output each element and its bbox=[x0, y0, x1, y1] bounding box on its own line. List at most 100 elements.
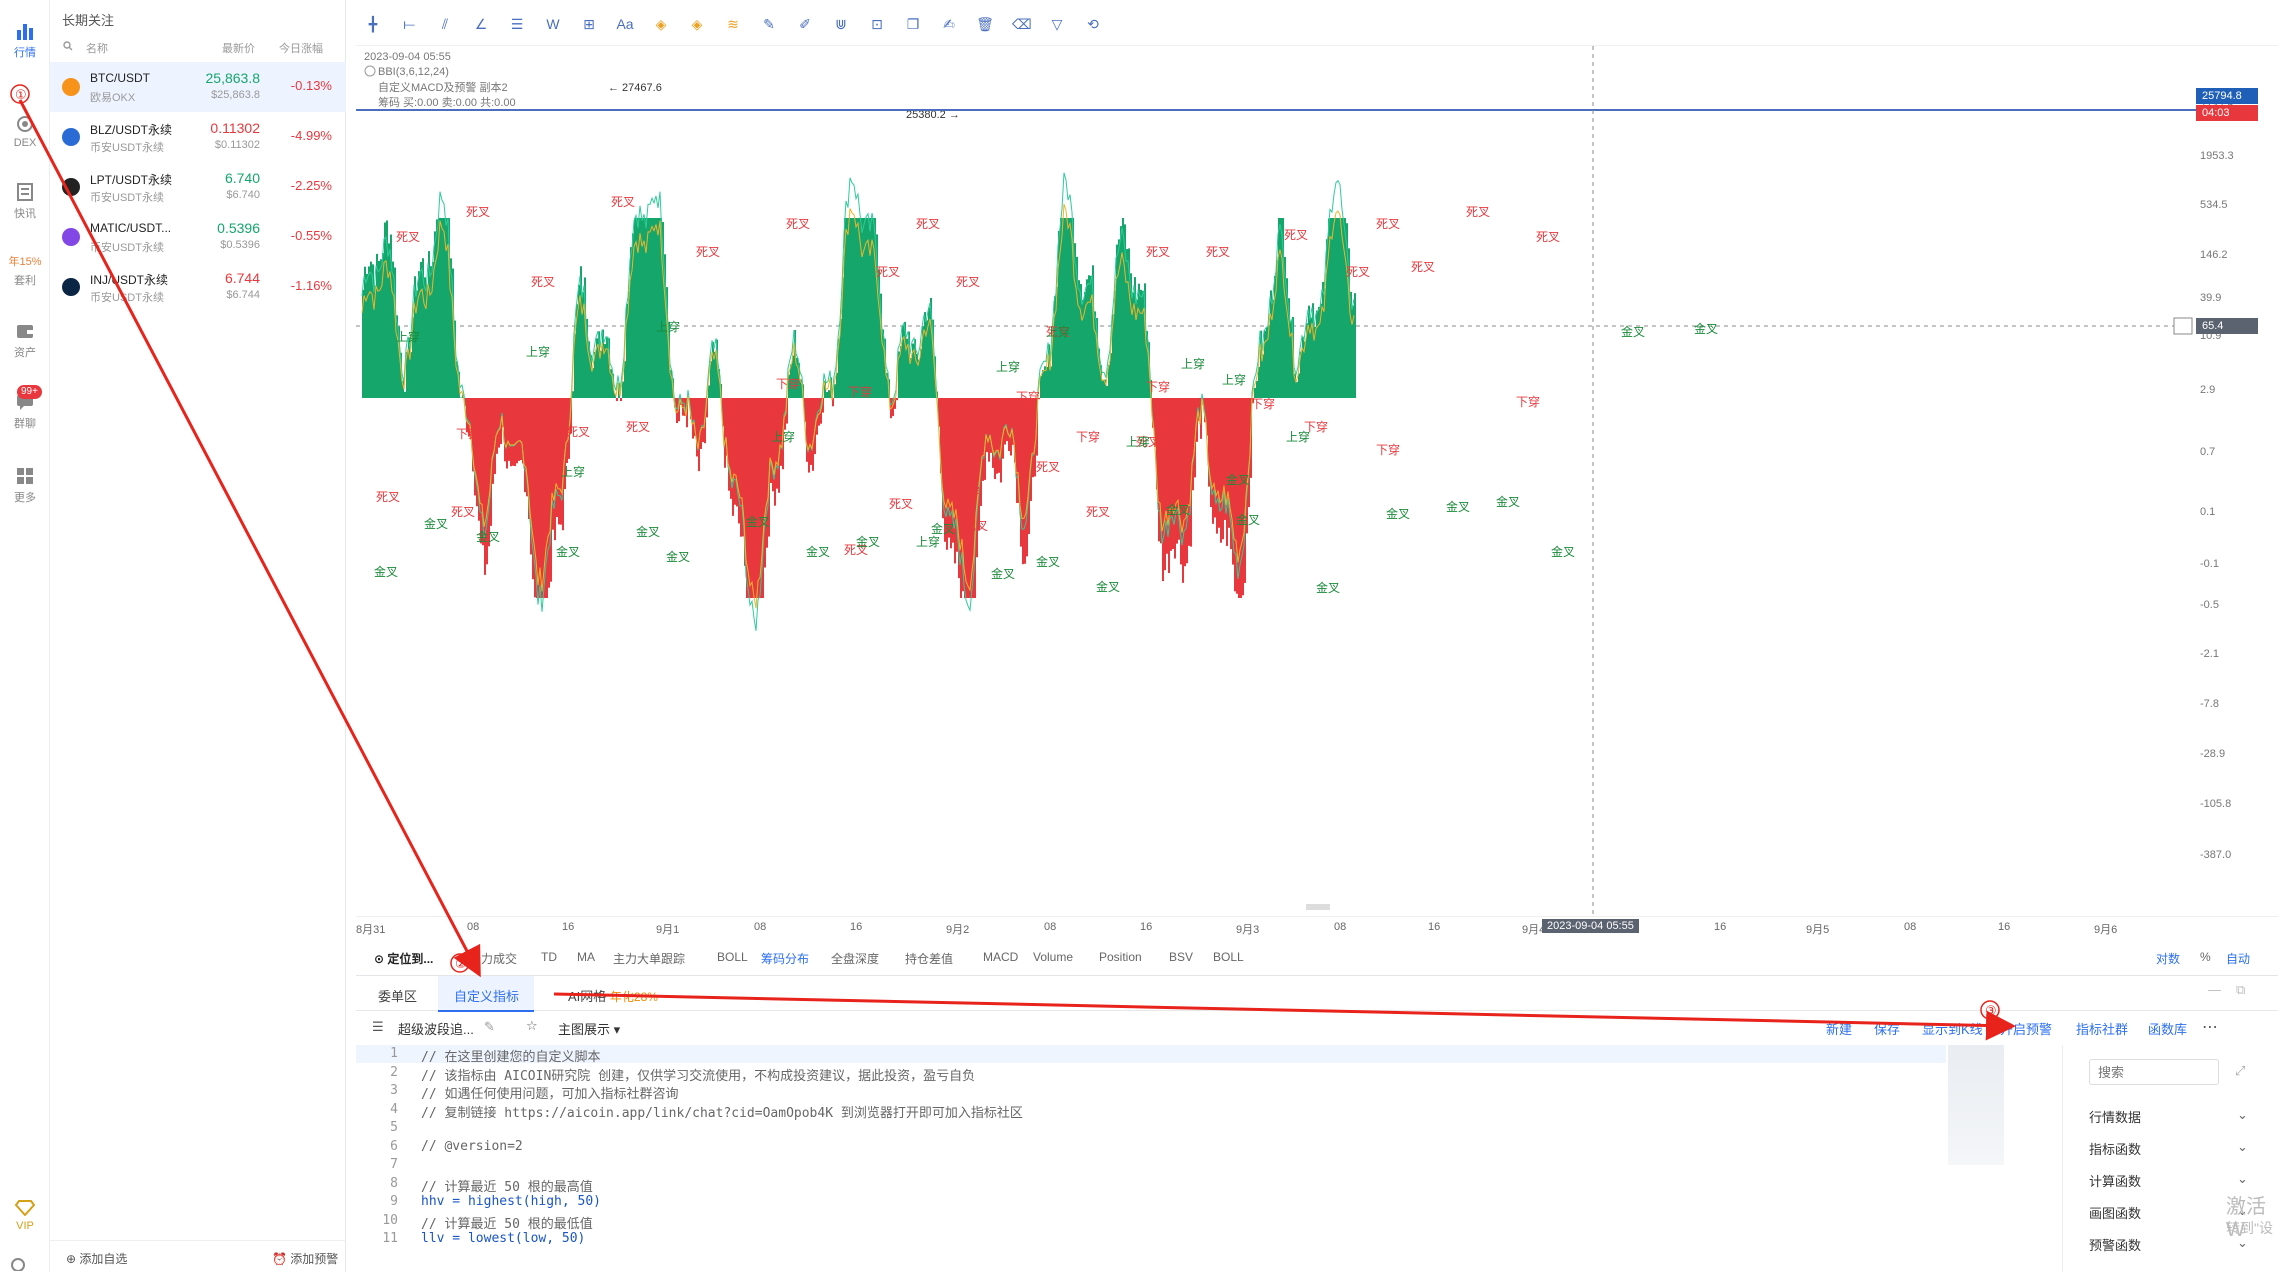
rename-icon[interactable]: ✎ bbox=[484, 1019, 495, 1035]
display-mode-select[interactable]: 主图展示 ▾ bbox=[558, 1019, 620, 1038]
indicator-toggle[interactable]: 持仓差值 bbox=[905, 950, 953, 967]
indicator-community-button[interactable]: 指标社群 bbox=[2076, 1019, 2128, 1038]
pen-tool-icon[interactable]: ✐ bbox=[796, 16, 814, 32]
watchlist-row[interactable]: INJ/USDT永续 币安USDT永续 6.744 $6.744 -1.16% bbox=[50, 262, 346, 312]
indicator-toggle[interactable]: BOLL bbox=[1213, 950, 1244, 964]
histogram-bar bbox=[774, 398, 776, 506]
save-button[interactable]: 保存 bbox=[1874, 1019, 1900, 1038]
menu-icon[interactable]: ☰ bbox=[372, 1019, 384, 1035]
watchlist-row[interactable]: LPT/USDT永续 币安USDT永续 6.740 $6.740 -2.25% bbox=[50, 162, 346, 212]
maximize-icon[interactable]: ⧉ bbox=[2236, 982, 2245, 998]
code-editor[interactable]: 1 // 在这里创建您的自定义脚本 2 // 该指标由 AICOIN研究院 创建，仅供… bbox=[356, 1045, 2056, 1272]
histogram-bar bbox=[1016, 398, 1018, 504]
histogram-bar bbox=[1028, 398, 1030, 535]
tab-orders[interactable]: 委单区 bbox=[378, 986, 417, 1005]
function-library-button[interactable]: 函数库 bbox=[2148, 1019, 2187, 1038]
text-tool-icon[interactable]: Aa bbox=[616, 16, 634, 32]
measure-tool-icon[interactable]: ⊞ bbox=[580, 16, 598, 32]
indicator-toggle[interactable]: 筹码分布 bbox=[761, 950, 809, 967]
function-category[interactable]: 指标函数 ⌄ bbox=[2089, 1137, 2259, 1159]
log-scale-toggle[interactable]: 对数 bbox=[2156, 950, 2180, 967]
delete-tool-icon[interactable]: 🗑 bbox=[976, 16, 994, 32]
col-header-price[interactable]: 最新价 bbox=[222, 40, 255, 56]
percent-scale-toggle[interactable]: % bbox=[2200, 950, 2211, 964]
nav-item-chat[interactable]: 99+ 群聊 bbox=[0, 385, 50, 431]
pattern2-tool-icon[interactable]: ◈ bbox=[688, 16, 706, 32]
indicator-toggle[interactable]: 力成交 bbox=[481, 950, 517, 967]
col-header-change[interactable]: 今日涨幅 bbox=[279, 40, 323, 56]
fib-tool-icon[interactable]: ☰ bbox=[508, 16, 526, 32]
line-tool-icon[interactable]: ⟝ bbox=[400, 16, 418, 32]
pattern-tool-icon[interactable]: ◈ bbox=[652, 16, 670, 32]
indicator-toggle[interactable]: 主力大单跟踪 bbox=[613, 950, 685, 967]
pattern3-tool-icon[interactable]: ≋ bbox=[724, 16, 742, 32]
sync-tool-icon[interactable]: ⟲ bbox=[1084, 16, 1102, 32]
code-line[interactable]: // 如遇任何使用问题，可加入指标社群咨询 bbox=[421, 1083, 678, 1102]
add-watch-button[interactable]: ⊕ 添加自选 bbox=[66, 1250, 127, 1267]
magnet-tool-icon[interactable]: ⋓ bbox=[832, 16, 850, 32]
function-search-input[interactable] bbox=[2089, 1059, 2219, 1085]
histogram-bar bbox=[658, 218, 660, 398]
histogram-bar bbox=[388, 243, 390, 398]
code-line[interactable]: llv = lowest(low, 50) bbox=[421, 1231, 585, 1246]
angle-tool-icon[interactable]: ∠ bbox=[472, 16, 490, 32]
auto-scale-toggle[interactable]: 自动 bbox=[2226, 950, 2250, 967]
watchlist-row[interactable]: MATIC/USDT... 币安USDT永续 0.5396 $0.5396 -0.55% bbox=[50, 212, 346, 262]
indicator-toggle[interactable]: Volume bbox=[1033, 950, 1073, 964]
enable-alert-button[interactable]: 开启预警 bbox=[2000, 1019, 2052, 1038]
add-alert-button[interactable]: ⏰ 添加预警 bbox=[272, 1250, 338, 1267]
channel-tool-icon[interactable]: ⫽ bbox=[436, 16, 454, 32]
code-line[interactable]: // @version=2 bbox=[421, 1139, 523, 1154]
nav-item-assets[interactable]: 资产 bbox=[0, 322, 50, 360]
indicator-toggle[interactable]: MA bbox=[577, 950, 595, 964]
nav-item-arbitrage[interactable]: 年15% 套利 bbox=[0, 253, 50, 288]
watchlist-row[interactable]: BTC/USDT 欧易OKX 25,863.8 $25,863.8 -0.13% bbox=[50, 62, 346, 112]
indicator-toggle[interactable]: BSV bbox=[1169, 950, 1193, 964]
nav-item-news[interactable]: 快讯 bbox=[0, 183, 50, 221]
histogram-bar bbox=[498, 398, 500, 448]
signal-label-golden: 金叉 bbox=[1446, 499, 1470, 514]
minimize-icon[interactable]: — bbox=[2208, 982, 2221, 997]
locate-button[interactable]: ⊙ 定位到... bbox=[374, 950, 433, 967]
expand-icon[interactable]: ⤢ bbox=[2235, 1063, 2245, 1079]
chevron-down-icon: ⌄ bbox=[2237, 1139, 2248, 1154]
wave-tool-icon[interactable]: W bbox=[544, 16, 562, 32]
code-line[interactable]: // 在这里创建您的自定义脚本 bbox=[421, 1046, 600, 1065]
chart-plot[interactable]: 2023-09-04 05:55 BBI(3,6,12,24) 自定义MACD及预警… bbox=[356, 46, 2196, 916]
brush-tool-icon[interactable]: ✎ bbox=[760, 16, 778, 32]
indicator-toggle[interactable]: MACD bbox=[983, 950, 1018, 964]
col-header-name[interactable]: 名称 bbox=[86, 40, 108, 56]
indicator-toggle[interactable]: TD bbox=[541, 950, 557, 964]
code-line[interactable]: hhv = highest(high, 50) bbox=[421, 1194, 601, 1209]
code-line[interactable]: // 计算最近 50 根的最高值 bbox=[421, 1176, 593, 1195]
new-script-button[interactable]: 新建 bbox=[1826, 1019, 1852, 1038]
show-on-kline-button[interactable]: 显示到K线 bbox=[1922, 1019, 1983, 1038]
nav-item-market[interactable]: 行情 bbox=[0, 22, 50, 60]
more-icon[interactable]: ⋯ bbox=[2202, 1017, 2218, 1037]
settings-icon[interactable] bbox=[8, 1257, 28, 1271]
watchlist-row[interactable]: BLZ/USDT永续 币安USDT永续 0.11302 $0.11302 -4.99% bbox=[50, 112, 346, 162]
code-line[interactable]: // 复制链接 https://aicoin.app/link/chat?cid… bbox=[421, 1102, 1023, 1121]
indicator-toggle[interactable]: BOLL bbox=[717, 950, 748, 964]
function-category[interactable]: 计算函数 ⌄ bbox=[2089, 1169, 2259, 1191]
search-icon[interactable] bbox=[63, 41, 73, 51]
nav-item-dex[interactable]: DEX bbox=[0, 115, 50, 149]
vip-button[interactable]: VIP bbox=[0, 1198, 50, 1232]
tab-custom-indicator[interactable]: 自定义指标 bbox=[438, 976, 534, 1012]
indicator-toggle[interactable]: 全盘深度 bbox=[831, 950, 879, 967]
favorite-icon[interactable]: ☆ bbox=[526, 1018, 538, 1034]
function-category[interactable]: 行情数据 ⌄ bbox=[2089, 1105, 2259, 1127]
eraser-tool-icon[interactable]: ⌫ bbox=[1012, 16, 1032, 32]
indicator-toggle[interactable]: Position bbox=[1099, 950, 1142, 964]
copy-tool-icon[interactable]: ❐ bbox=[904, 16, 922, 32]
code-line[interactable]: // 该指标由 AICOIN研究院 创建，仅供学习交流使用，不构成投资建议，据此… bbox=[421, 1065, 975, 1084]
script-name[interactable]: 超级波段追... bbox=[398, 1019, 474, 1038]
crosshair-tool-icon[interactable]: ╋ bbox=[364, 16, 382, 32]
code-minimap[interactable] bbox=[1948, 1045, 2004, 1165]
code-line[interactable]: // 计算最近 50 根的最低值 bbox=[421, 1213, 593, 1232]
filter-tool-icon[interactable]: ▽ bbox=[1048, 16, 1066, 32]
edit-tool-icon[interactable]: ✍ bbox=[940, 16, 958, 32]
tab-ai-grid[interactable]: AI网格 年化28% bbox=[568, 986, 658, 1005]
lock-tool-icon[interactable]: ⊡ bbox=[868, 16, 886, 32]
nav-item-more[interactable]: 更多 bbox=[0, 467, 50, 505]
